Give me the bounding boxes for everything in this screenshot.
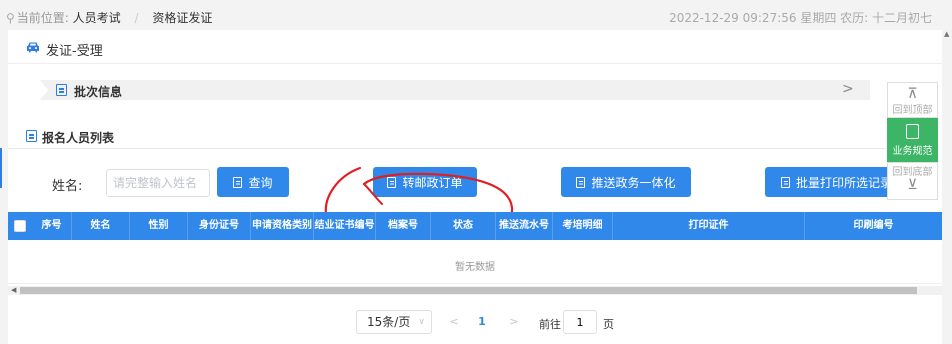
document-icon [26, 130, 37, 142]
breadcrumb-prefix: 当前位置: [16, 11, 69, 25]
scrollbar-thumb[interactable] [20, 287, 917, 294]
main-card: 发证-受理 批次信息 > 报名人员列表 姓名: 查询 转邮政订单 推送政务一体化… [0, 30, 942, 344]
breadcrumb-item-cert[interactable]: 资格证发证 [152, 11, 212, 25]
vertical-scrollbar[interactable]: ▲ [943, 30, 952, 344]
column-header[interactable]: 档案号 [376, 212, 431, 240]
business-spec-button[interactable]: 业务规范 [887, 118, 938, 162]
column-header[interactable]: 申请资格类别 [251, 212, 314, 240]
horizontal-scrollbar[interactable]: ◀ [8, 286, 942, 295]
column-header[interactable]: 推送流水号 [496, 212, 553, 240]
goto-suffix: 页 [603, 318, 614, 331]
table-header: 序号 姓名 性别 身份证号 申请资格类别 结业证书编号 档案号 状态 推送流水号… [8, 212, 942, 240]
breadcrumb: ⚲ 当前位置: 人员考试 / 资格证发证 [6, 9, 212, 26]
document-icon [576, 176, 586, 188]
push-gov-button[interactable]: 推送政务一体化 [561, 167, 691, 197]
breadcrumb-separator: / [134, 11, 139, 25]
column-header[interactable]: 结业证书编号 [314, 212, 376, 240]
select-all-checkbox[interactable] [14, 220, 26, 232]
goto-label: 前往 [539, 318, 561, 331]
convert-postal-order-button[interactable]: 转邮政订单 [373, 167, 477, 197]
column-header[interactable]: 印刷编号 [805, 212, 942, 240]
batch-info-title: 批次信息 [74, 85, 123, 99]
query-button-label: 查询 [248, 175, 273, 190]
car-icon [27, 42, 39, 53]
applicant-list-title: 报名人员列表 [42, 131, 115, 145]
next-page-button[interactable]: > [504, 310, 524, 334]
column-header[interactable]: 身份证号 [188, 212, 251, 240]
page-title: 发证-受理 [46, 44, 103, 59]
scroll-left-icon[interactable]: ◀ [11, 286, 16, 295]
column-header[interactable]: 性别 [130, 212, 188, 240]
section-divider [8, 148, 886, 149]
chevron-down-icon: ∨ [418, 317, 425, 327]
table-body: 暂无数据 [8, 240, 942, 284]
document-icon [233, 176, 243, 188]
arrow-down-icon: ⊻ [907, 177, 918, 193]
column-header[interactable]: 状态 [431, 212, 496, 240]
name-search-input[interactable] [106, 169, 210, 197]
chevron-right-icon[interactable]: > [842, 81, 854, 97]
left-edge-marker [0, 148, 2, 188]
breadcrumb-item-exam[interactable]: 人员考试 [73, 11, 121, 25]
goto-page-input[interactable] [563, 310, 597, 334]
top-bar: ⚲ 当前位置: 人员考试 / 资格证发证 2022-12-29 09:27:56 … [0, 0, 952, 30]
batch-info-bar[interactable] [40, 80, 870, 100]
scroll-up-icon[interactable]: ▲ [944, 30, 949, 38]
prev-page-button[interactable]: < [444, 310, 464, 334]
column-header[interactable]: 打印证件 [613, 212, 805, 240]
column-header[interactable]: 姓名 [72, 212, 130, 240]
back-to-top-label: 回到顶部 [892, 105, 933, 116]
column-header[interactable]: 考培明细 [553, 212, 613, 240]
push-gov-label: 推送政务一体化 [591, 175, 676, 190]
back-to-bottom-button[interactable]: 回到底部 ⊻ [887, 162, 938, 200]
document-icon [387, 176, 397, 188]
page-size-value: 15条/页 [367, 315, 411, 329]
batch-print-label: 批量打印所选记录 [796, 175, 893, 190]
datetime-display: 2022-12-29 09:27:56 星期四 农历: 十二月初七 [669, 11, 932, 25]
column-header[interactable]: 序号 [32, 212, 72, 240]
query-button[interactable]: 查询 [217, 167, 289, 197]
name-label: 姓名: [52, 179, 83, 194]
document-icon [781, 176, 790, 188]
page-header: 发证-受理 [8, 30, 942, 64]
back-to-top-button[interactable]: ⊼ 回到顶部 [887, 82, 938, 118]
business-spec-label: 业务规范 [892, 146, 933, 157]
empty-state-text: 暂无数据 [455, 262, 495, 273]
page-number-current[interactable]: 1 [474, 310, 490, 334]
convert-postal-order-label: 转邮政订单 [402, 175, 463, 190]
arrow-up-icon: ⊼ [907, 86, 918, 102]
document-icon [906, 124, 919, 139]
location-pin-icon: ⚲ [6, 11, 15, 25]
page-size-select[interactable]: 15条/页 ∨ [356, 310, 432, 334]
document-icon [56, 84, 67, 96]
